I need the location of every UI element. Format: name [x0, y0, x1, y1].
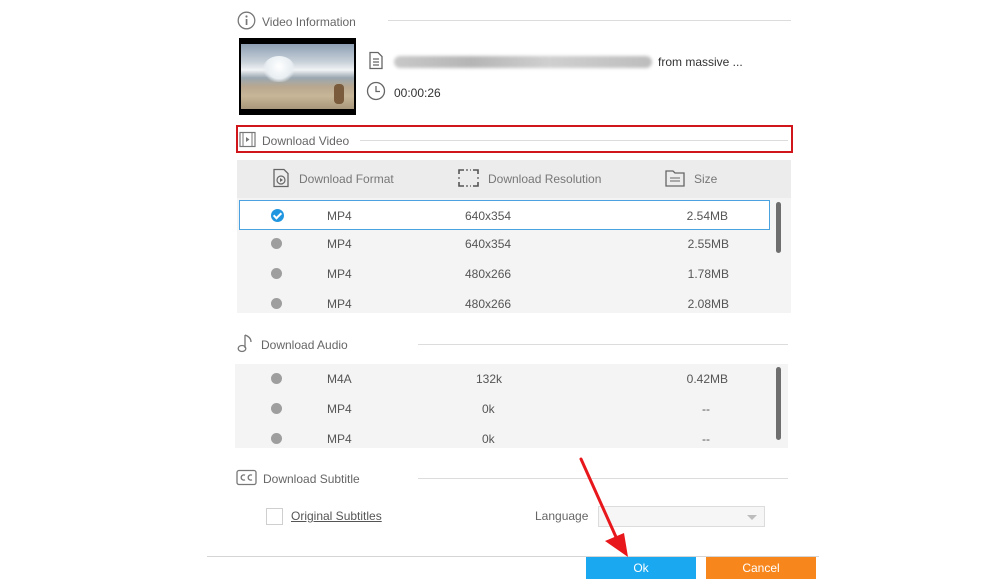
clock-icon: [366, 81, 386, 104]
video-list-scrollbar[interactable]: [776, 202, 781, 253]
video-format-row-4[interactable]: MP4 480x266 2.08MB: [237, 289, 770, 313]
radio-unselected[interactable]: [271, 373, 282, 384]
download-subtitle-header: Download Subtitle: [236, 469, 360, 489]
audio-format-row-2[interactable]: MP4 0k --: [235, 394, 768, 424]
language-label: Language: [535, 509, 589, 523]
video-info-label: Video Information: [262, 15, 356, 29]
row-bitrate: 0k: [482, 402, 495, 416]
video-duration: 00:00:26: [394, 85, 441, 100]
ok-button[interactable]: Ok: [586, 557, 696, 579]
download-audio-header: Download Audio: [237, 332, 348, 357]
original-subtitles-link[interactable]: Original Subtitles: [291, 509, 382, 523]
header-size-label: Size: [694, 172, 718, 186]
closed-caption-icon: [236, 469, 257, 489]
radio-unselected[interactable]: [271, 403, 282, 414]
section-divider: [418, 344, 788, 345]
row-format: MP4: [327, 402, 352, 416]
video-title-row: from massive ...: [368, 51, 743, 73]
section-divider: [418, 478, 788, 479]
header-resolution-label: Download Resolution: [488, 172, 602, 186]
cancel-button[interactable]: Cancel: [706, 557, 816, 579]
row-format: MP4: [327, 237, 352, 251]
play-file-icon: [272, 168, 290, 191]
row-size: 2.54MB: [686, 209, 728, 223]
header-size: Size: [665, 160, 717, 198]
header-download-resolution: Download Resolution: [458, 160, 601, 198]
audio-format-list: M4A 132k 0.42MB MP4 0k -- MP4 0k --: [235, 364, 788, 448]
row-bitrate: 132k: [476, 372, 503, 386]
original-subtitles-checkbox[interactable]: [266, 508, 283, 525]
video-title-text: from massive ...: [658, 55, 743, 69]
radio-unselected[interactable]: [271, 238, 282, 249]
row-format: MP4: [327, 297, 352, 311]
header-download-format: Download Format: [272, 160, 394, 198]
row-size: --: [702, 402, 710, 416]
row-format: MP4: [327, 432, 352, 446]
language-select[interactable]: [598, 506, 765, 527]
radio-selected[interactable]: [271, 209, 284, 222]
document-icon: [368, 51, 384, 73]
video-format-row-3[interactable]: MP4 480x266 1.78MB: [237, 259, 770, 289]
row-bitrate: 0k: [482, 432, 495, 446]
row-resolution: 640x354: [465, 209, 512, 223]
row-format: MP4: [327, 209, 352, 223]
audio-format-row-3[interactable]: MP4 0k --: [235, 424, 768, 448]
radio-unselected[interactable]: [271, 433, 282, 444]
download-video-highlight: [236, 125, 793, 153]
music-note-icon: [237, 332, 255, 357]
row-size: --: [702, 432, 710, 446]
section-divider: [388, 20, 791, 21]
radio-unselected[interactable]: [271, 268, 282, 279]
video-thumbnail: [239, 38, 356, 115]
row-resolution: 480x266: [465, 267, 512, 281]
row-resolution: 640x354: [465, 237, 512, 251]
radio-unselected[interactable]: [271, 298, 282, 309]
download-audio-label: Download Audio: [261, 337, 348, 352]
video-format-row-1[interactable]: MP4 640x354 2.54MB: [239, 200, 770, 230]
row-size: 1.78MB: [687, 267, 729, 281]
audio-list-scrollbar[interactable]: [776, 367, 781, 440]
audio-format-row-1[interactable]: M4A 132k 0.42MB: [235, 364, 768, 394]
video-format-row-2[interactable]: MP4 640x354 2.55MB: [237, 229, 770, 259]
row-size: 2.08MB: [687, 297, 729, 311]
row-size: 0.42MB: [686, 372, 728, 386]
download-subtitle-label: Download Subtitle: [263, 472, 360, 486]
row-format: M4A: [327, 372, 352, 386]
info-circle-icon: [237, 11, 256, 33]
expand-frame-icon: [458, 168, 479, 190]
video-table-header: Download Format Download Resolution Size: [237, 160, 791, 198]
video-duration-row: 00:00:26: [366, 81, 441, 104]
chevron-down-icon: [747, 515, 757, 520]
row-size: 2.55MB: [687, 237, 729, 251]
row-resolution: 480x266: [465, 297, 512, 311]
video-format-list: MP4 640x354 2.54MB MP4 640x354 2.55MB MP…: [237, 198, 791, 313]
video-info-header: Video Information: [237, 11, 356, 33]
folder-icon: [665, 169, 685, 190]
row-format: MP4: [327, 267, 352, 281]
video-title-blurred: [394, 56, 652, 68]
header-format-label: Download Format: [299, 172, 394, 186]
